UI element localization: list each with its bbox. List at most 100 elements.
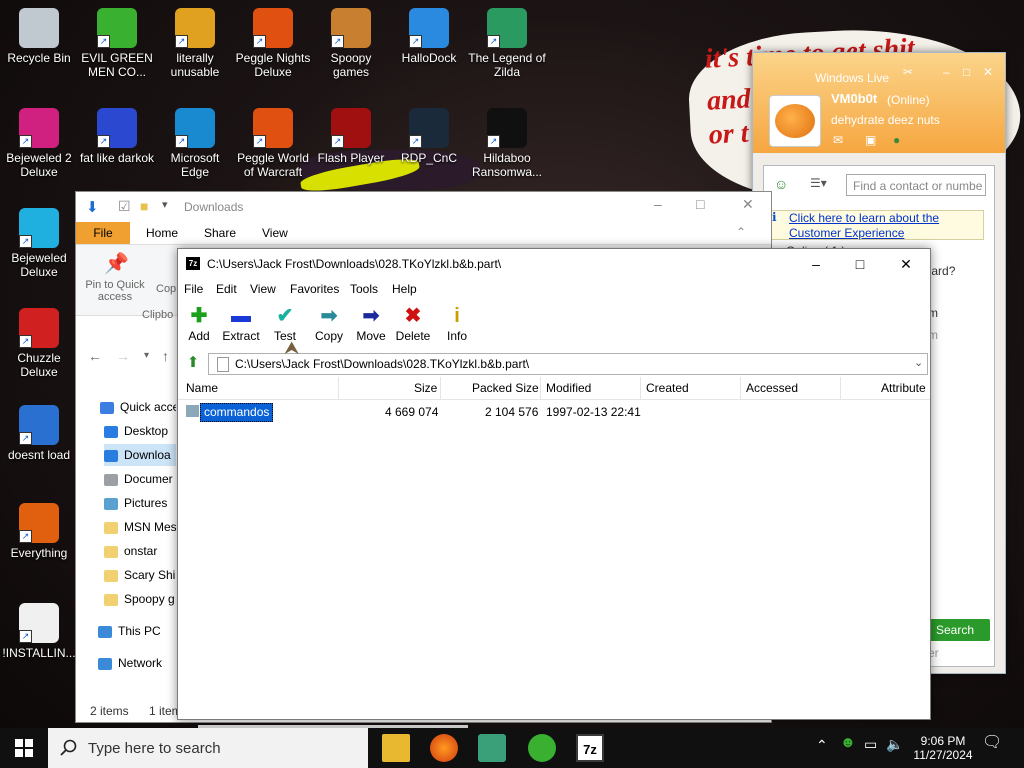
column-divider[interactable] [338,377,339,399]
minimize-icon[interactable]: – [798,253,834,275]
desktop-icon[interactable]: ↗ Bejeweled Deluxe [0,208,78,279]
desktop-icon[interactable]: ↗ Peggle Nights Deluxe [234,8,312,79]
desktop-icon[interactable]: ↗ Flash Player [312,108,390,165]
sidebar-item[interactable]: Desktop [104,420,176,442]
add-contact-icon[interactable]: ☺ [774,176,788,192]
column-accessed[interactable]: Accessed [746,381,798,395]
new-folder-icon[interactable]: ■ [140,198,148,214]
sidebar-item[interactable]: onstar [104,540,176,562]
sidebar-item[interactable]: Spoopy g [104,588,176,610]
desktop-icon[interactable]: ↗ EVIL GREEN MEN CO... [78,8,156,79]
list-options-icon[interactable]: ☰▾ [810,176,827,190]
column-created[interactable]: Created [646,381,689,395]
globe-icon[interactable]: ● [893,133,900,147]
desktop-icon[interactable]: ↗ literally unusable [156,8,234,79]
msn-taskbar-icon[interactable] [528,734,556,762]
show-hidden-icons-icon[interactable]: ⌃ [816,738,828,752]
close-icon[interactable]: ✕ [742,196,754,213]
quick-access-dropdown-icon[interactable]: ▾ [162,198,168,211]
avatar[interactable] [769,95,821,147]
column-attributes[interactable]: Attribute [881,381,926,395]
desktop-icon[interactable]: ↗ Bejeweled 2 Deluxe [0,108,78,179]
desktop-icon[interactable]: ↗ Peggle World of Warcraft [234,108,312,179]
column-divider[interactable] [540,377,541,399]
column-packed-size[interactable]: Packed Size [472,381,539,395]
column-divider[interactable] [840,377,841,399]
desktop-icon[interactable]: ↗ fat like darkok [78,108,156,165]
copy-button[interactable]: Cop [156,283,176,295]
sidebar-item[interactable]: Documer [104,468,176,490]
properties-icon[interactable]: ☑ [118,198,131,215]
spaces-icon[interactable]: ▣ [865,133,876,147]
desktop-icon[interactable]: ↗ HalloDock [390,8,468,65]
desktop-icon[interactable]: ↗ !INSTALLIN... [0,603,78,660]
table-row[interactable]: commandos 4 669 074 2 104 576 1997-02-13… [178,403,930,422]
column-name[interactable]: Name [186,381,218,395]
desktop-icon[interactable]: Recycle Bin [0,8,78,65]
menu-favorites[interactable]: Favorites [290,282,339,296]
column-divider[interactable] [440,377,441,399]
desktop-icon[interactable]: ↗ Spoopy games [312,8,390,79]
menu-file[interactable]: File [184,282,203,296]
menu-view[interactable]: View [250,282,276,296]
pin-icon[interactable]: 📌 [104,251,129,276]
column-modified[interactable]: Modified [546,381,591,395]
7zip-taskbar-icon[interactable]: 7z [576,734,604,762]
toolbar-button-info[interactable]: i Info [434,303,480,343]
app-taskbar-icon[interactable] [478,734,506,762]
clock[interactable]: 9:06 PM 11/27/2024 [912,734,974,762]
address-dropdown-icon[interactable]: ⌄ [914,356,923,369]
7zip-window[interactable]: 7z C:\Users\Jack Frost\Downloads\028.TKo… [176,248,931,729]
collapse-ribbon-icon[interactable]: ⌃ [736,225,746,239]
tab-file[interactable]: File [76,222,130,244]
sidebar-item[interactable]: Downloa [104,444,176,466]
tab-share[interactable]: Share [194,222,246,244]
back-arrow-icon[interactable]: ← [88,348,102,364]
recent-locations-icon[interactable]: ▾ [144,350,149,361]
toolbar-button-extract[interactable]: ▬ Extract [218,303,264,343]
notifications-icon[interactable]: 🗨 [982,735,1002,751]
desktop-icon[interactable]: ↗ RDP_CnC [390,108,468,165]
close-icon[interactable]: ✕ [983,65,993,79]
msn-status[interactable]: (Online) [887,93,930,107]
mail-icon[interactable]: ✉ [833,133,843,147]
msn-personal-message[interactable]: dehydrate deez nuts [831,113,940,127]
toolbar-button-add[interactable]: ✚ Add [176,303,222,343]
sidebar-item[interactable]: Quick acce [100,396,176,418]
sidebar-item[interactable]: Scary Shi [104,564,176,586]
start-button[interactable] [0,728,48,768]
network-icon[interactable]: ▭ [864,737,877,751]
minimize-icon[interactable]: – [943,65,950,79]
toolbar-button-delete[interactable]: ✖ Delete [390,303,436,343]
desktop-icon[interactable]: ↗ The Legend of Zilda [468,8,546,79]
maximize-icon[interactable]: □ [842,253,878,275]
desktop-icon[interactable]: ↗ Microsoft Edge [156,108,234,179]
file-explorer-taskbar-icon[interactable] [382,734,410,762]
toolbar-button-move[interactable]: ➡ Move [348,303,394,343]
firefox-taskbar-icon[interactable] [430,734,458,762]
maximize-icon[interactable]: □ [696,196,704,212]
up-arrow-icon[interactable]: ↑ [162,348,169,364]
sidebar-item[interactable]: Network [98,652,176,674]
address-input[interactable]: C:\Users\Jack Frost\Downloads\028.TKoYlz… [208,353,928,375]
sidebar-item[interactable]: This PC [98,620,176,642]
up-folder-icon[interactable]: ⬆ [183,353,203,373]
tab-home[interactable]: Home [136,222,188,244]
tools-icon[interactable]: ✂ [903,65,913,79]
msn-username[interactable]: VM0b0t [831,91,877,106]
desktop-icon[interactable]: ↗ Everything [0,503,78,560]
taskbar-search-box[interactable]: Type here to search [48,728,368,768]
tab-view[interactable]: View [252,222,298,244]
menu-help[interactable]: Help [392,282,417,296]
toolbar-button-copy[interactable]: ➡ Copy [306,303,352,343]
desktop-icon[interactable]: ↗ doesnt load [0,405,78,462]
forward-arrow-icon[interactable]: → [116,348,130,364]
column-size[interactable]: Size [414,381,437,395]
toolbar-button-test[interactable]: ✔ Test [262,303,308,343]
sidebar-item[interactable]: Pictures [104,492,176,514]
find-contact-input[interactable]: Find a contact or numbe [846,174,986,196]
minimize-icon[interactable]: – [654,196,662,212]
sidebar-item[interactable]: MSN Mes [104,516,176,538]
file-name[interactable]: commandos [200,403,274,422]
close-icon[interactable]: ✕ [888,253,924,275]
